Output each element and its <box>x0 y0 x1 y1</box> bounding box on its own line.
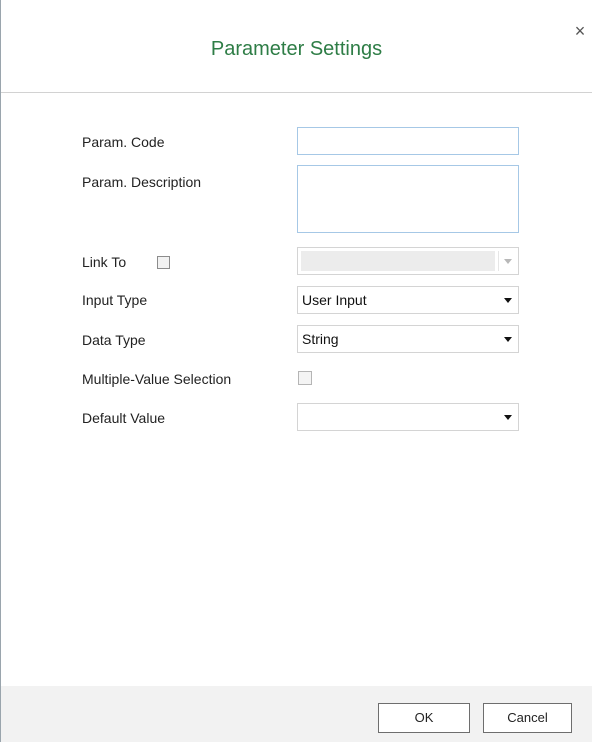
multiple-value-selection-label: Multiple-Value Selection <box>82 371 232 387</box>
input-type-select[interactable]: User Input <box>297 286 519 314</box>
ok-button[interactable]: OK <box>378 703 470 733</box>
link-to-select-fill <box>301 251 495 271</box>
default-value-label: Default Value <box>82 410 166 426</box>
multiple-value-selection-checkbox[interactable] <box>298 371 312 385</box>
link-to-label: Link To <box>82 254 127 270</box>
cancel-button[interactable]: Cancel <box>483 703 572 733</box>
chevron-down-icon <box>504 259 512 264</box>
input-type-select-value: User Input <box>302 292 367 308</box>
link-to-select-separator <box>498 251 499 271</box>
data-type-select-value: String <box>302 331 339 347</box>
data-type-select[interactable]: String <box>297 325 519 353</box>
param-description-label: Param. Description <box>82 174 202 190</box>
chevron-down-icon <box>504 298 512 303</box>
close-icon[interactable]: × <box>571 21 589 41</box>
dialog-header: Parameter Settings × <box>1 0 592 93</box>
chevron-down-icon <box>504 337 512 342</box>
param-code-label: Param. Code <box>82 134 165 150</box>
link-to-checkbox[interactable] <box>157 256 170 269</box>
chevron-down-icon <box>504 415 512 420</box>
input-type-label: Input Type <box>82 292 148 308</box>
link-to-select <box>297 247 519 275</box>
param-code-input[interactable] <box>297 127 519 155</box>
dialog-footer: OK Cancel <box>1 686 592 742</box>
default-value-select[interactable] <box>297 403 519 431</box>
dialog-title: Parameter Settings <box>210 38 383 60</box>
data-type-label: Data Type <box>82 332 146 348</box>
param-description-textarea[interactable] <box>297 165 519 233</box>
parameter-settings-dialog: Parameter Settings × Param. Code Param. … <box>0 0 592 742</box>
